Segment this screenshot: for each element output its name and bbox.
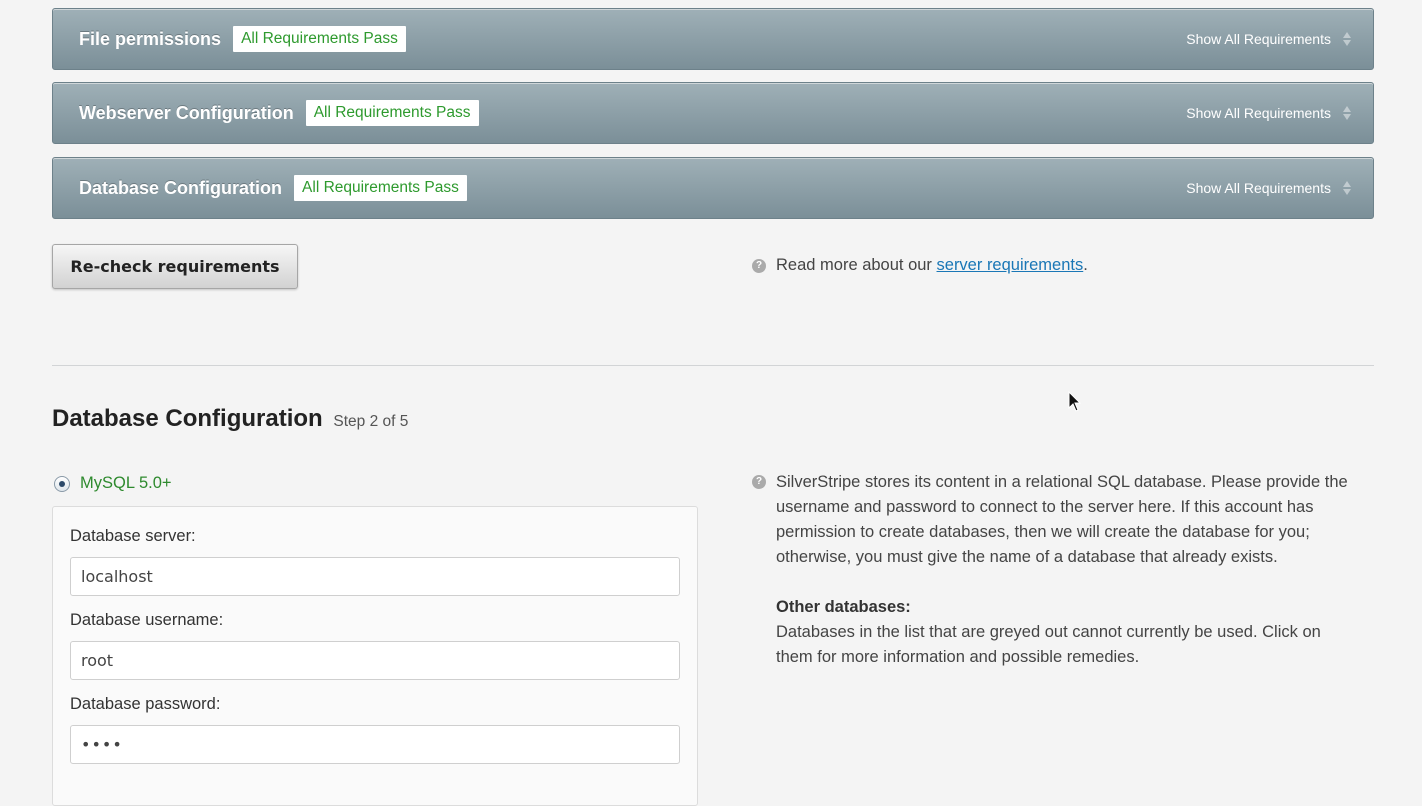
recheck-requirements-button[interactable]: Re-check requirements [52, 244, 298, 289]
server-requirements-info: ? Read more about our server requirement… [752, 256, 1088, 275]
other-databases-title: Other databases: [776, 598, 911, 616]
database-username-input[interactable]: root [70, 641, 680, 680]
database-password-label: Database password: [70, 695, 221, 713]
sort-updown-icon [1343, 179, 1351, 197]
sort-updown-icon [1343, 104, 1351, 122]
show-all-requirements-toggle[interactable]: Show All Requirements [1186, 9, 1351, 69]
other-databases-text: Databases in the list that are greyed ou… [776, 623, 1321, 666]
info-suffix: . [1083, 256, 1088, 274]
db-option-label: MySQL 5.0+ [80, 474, 172, 492]
page-title: Database Configuration Step 2 of 5 [52, 405, 408, 433]
database-help-text: ? SilverStripe stores its content in a r… [752, 470, 1362, 670]
show-all-requirements-toggle[interactable]: Show All Requirements [1186, 158, 1351, 218]
status-badge: All Requirements Pass [233, 26, 406, 52]
mouse-cursor-icon [1068, 391, 1082, 412]
sort-updown-icon [1343, 30, 1351, 48]
toggle-label: Show All Requirements [1186, 180, 1331, 196]
help-paragraph-wrapper: ? SilverStripe stores its content in a r… [752, 470, 1362, 570]
toggle-label: Show All Requirements [1186, 105, 1331, 121]
database-username-label: Database username: [70, 611, 224, 629]
requirements-bar-title: Database Configuration [79, 177, 283, 198]
database-password-input[interactable]: •••• [70, 725, 680, 764]
db-option-mysql[interactable]: MySQL 5.0+ [54, 474, 172, 493]
database-fields-panel: Database server: localhost Database user… [52, 506, 698, 806]
requirements-bar-webserver: Webserver Configuration All Requirements… [52, 82, 1374, 144]
help-paragraph: SilverStripe stores its content in a rel… [776, 473, 1348, 566]
requirements-bar-title: File permissions [79, 28, 222, 49]
section-title-text: Database Configuration [52, 405, 323, 432]
server-requirements-link[interactable]: server requirements [937, 256, 1084, 275]
radio-selected-icon[interactable] [54, 475, 70, 492]
database-server-input[interactable]: localhost [70, 557, 680, 596]
status-badge: All Requirements Pass [305, 100, 479, 126]
requirements-bar-database: Database Configuration All Requirements … [52, 157, 1374, 219]
requirements-bar-title: Webserver Configuration [79, 102, 294, 123]
info-prefix: Read more about our [776, 256, 937, 274]
step-indicator: Step 2 of 5 [333, 413, 409, 430]
requirements-bar-file-permissions: File permissions All Requirements Pass S… [52, 8, 1374, 70]
toggle-label: Show All Requirements [1186, 31, 1331, 47]
show-all-requirements-toggle[interactable]: Show All Requirements [1186, 83, 1351, 143]
help-icon: ? [752, 475, 766, 489]
section-divider [52, 365, 1374, 366]
database-server-label: Database server: [70, 527, 196, 545]
help-icon: ? [752, 258, 766, 273]
status-badge: All Requirements Pass [294, 175, 467, 201]
